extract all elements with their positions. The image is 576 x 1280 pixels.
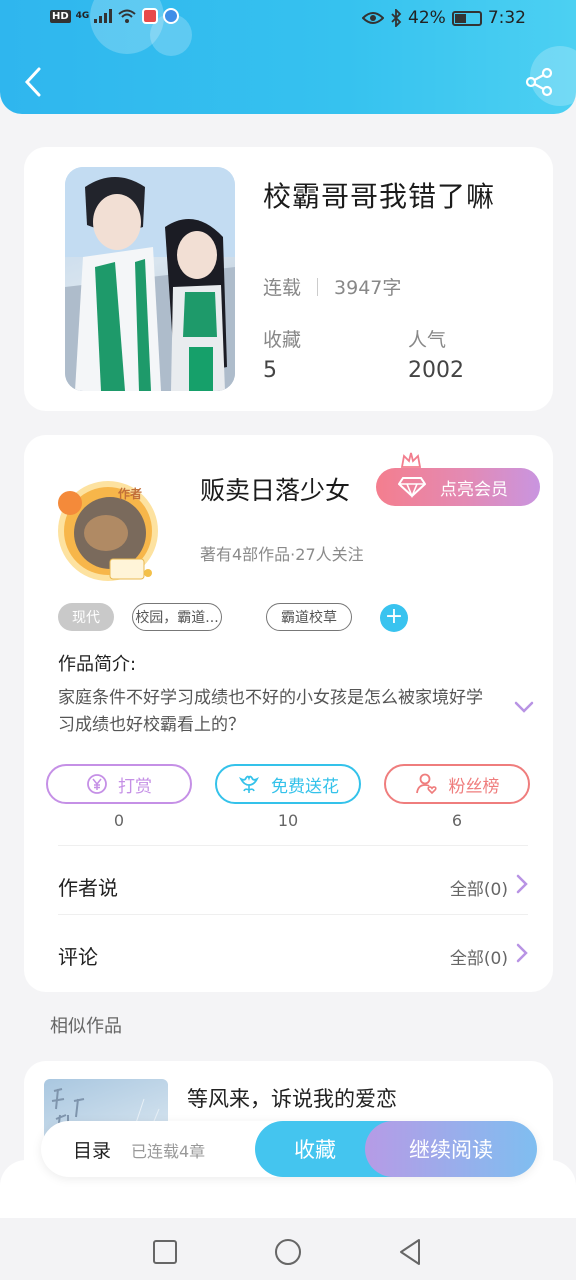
tag-chip[interactable]: 现代 bbox=[58, 603, 114, 631]
author-says-count: 全部(0) bbox=[449, 880, 508, 900]
clock: 7:32 bbox=[487, 8, 526, 28]
top-header: HD 4G 42% 7:32 bbox=[0, 0, 576, 114]
diamond-icon bbox=[398, 477, 426, 498]
author-avatar[interactable]: 作者 bbox=[38, 473, 184, 583]
meta-divider bbox=[317, 277, 319, 296]
crown-icon bbox=[400, 452, 422, 468]
battery-percent: 42% bbox=[408, 8, 446, 28]
serial-status: 连载 bbox=[263, 277, 302, 299]
fan-ranking-label: 粉丝榜 bbox=[448, 776, 500, 797]
share-icon bbox=[525, 67, 553, 97]
fan-count: 6 bbox=[451, 811, 463, 830]
triangle-back-icon bbox=[400, 1239, 420, 1265]
send-flower-button[interactable]: 免费送花 bbox=[215, 764, 361, 804]
browser-app-icon bbox=[163, 8, 180, 24]
comments-label: 评论 bbox=[58, 945, 98, 969]
network-badge: HD bbox=[50, 9, 71, 23]
home-button[interactable] bbox=[268, 1232, 308, 1272]
divider bbox=[58, 845, 528, 846]
tip-label: 打赏 bbox=[118, 776, 152, 797]
yuan-coin-icon bbox=[87, 774, 107, 794]
system-back-button[interactable] bbox=[390, 1232, 430, 1272]
chevron-right-icon bbox=[516, 943, 528, 963]
word-count: 3947字 bbox=[334, 277, 402, 299]
chapter-count: 已连载4章 bbox=[131, 1142, 206, 1161]
back-button[interactable] bbox=[18, 64, 48, 100]
popularity-label: 人气 bbox=[408, 329, 447, 351]
book-meta: 连载 3947字 bbox=[263, 273, 401, 300]
bluetooth-icon bbox=[391, 9, 402, 27]
flower-count: 10 bbox=[277, 811, 299, 830]
tip-button[interactable]: 打赏 bbox=[46, 764, 192, 804]
divider bbox=[58, 914, 528, 915]
chevron-right-icon bbox=[516, 874, 528, 894]
author-says-row[interactable]: 作者说 全部(0) bbox=[58, 856, 528, 916]
system-nav-bar bbox=[0, 1218, 576, 1280]
book-app-icon bbox=[142, 8, 159, 24]
comments-count: 全部(0) bbox=[449, 949, 508, 969]
status-bar: HD 4G 42% 7:32 bbox=[0, 6, 576, 34]
similar-work-title: 等风来，诉说我的爱恋 bbox=[187, 1087, 397, 1111]
add-tag-button[interactable]: + bbox=[380, 604, 408, 632]
circle-icon bbox=[275, 1239, 301, 1265]
flower-icon bbox=[238, 775, 260, 793]
continue-reading-button[interactable]: 继续阅读 bbox=[365, 1121, 537, 1177]
comments-row[interactable]: 评论 全部(0) bbox=[58, 925, 528, 985]
tag-chip[interactable]: 霸道校草 bbox=[266, 603, 352, 631]
send-flower-label: 免费送花 bbox=[271, 776, 339, 797]
author-says-label: 作者说 bbox=[58, 876, 118, 900]
continue-reading-label: 继续阅读 bbox=[409, 1138, 493, 1162]
similar-works-heading: 相似作品 bbox=[50, 1016, 122, 1037]
author-name[interactable]: 贩卖日落少女 bbox=[200, 471, 350, 507]
fan-ranking-button[interactable]: 粉丝榜 bbox=[384, 764, 530, 804]
favorites-value: 5 bbox=[263, 358, 277, 383]
vip-button-label: 点亮会员 bbox=[440, 479, 508, 500]
user-heart-icon bbox=[415, 773, 437, 795]
eye-icon bbox=[362, 12, 385, 24]
collect-button-label: 收藏 bbox=[294, 1138, 336, 1162]
table-of-contents-button[interactable]: 目录 bbox=[73, 1136, 111, 1163]
chevron-left-icon bbox=[24, 67, 41, 97]
vip-button[interactable]: 点亮会员 bbox=[376, 468, 540, 506]
recents-button[interactable] bbox=[145, 1232, 185, 1272]
battery-icon bbox=[451, 10, 482, 26]
popularity-value: 2002 bbox=[408, 358, 464, 383]
book-info-card: 校霸哥哥我错了嘛 连载 3947字 收藏 5 人气 2002 bbox=[24, 147, 553, 411]
book-title: 校霸哥哥我错了嘛 bbox=[263, 180, 496, 213]
intro-text: 家庭条件不好学习成绩也不好的小女孩是怎么被家境好学习成绩也好校霸看上的？ bbox=[58, 688, 483, 735]
square-icon bbox=[153, 1240, 177, 1264]
book-cover-image[interactable] bbox=[65, 167, 235, 391]
tag-chip[interactable]: 校园，霸道... bbox=[132, 603, 222, 631]
bottom-action-bar: 目录 已连载4章 收藏 继续阅读 bbox=[41, 1121, 537, 1177]
chevron-down-icon[interactable] bbox=[514, 701, 534, 713]
tip-count: 0 bbox=[113, 811, 125, 830]
author-card: 作者 贩卖日落少女 点亮会员 著有4部作品·27人关注 现代 校园，霸道... … bbox=[24, 435, 553, 992]
signal-icon bbox=[94, 9, 113, 23]
favorites-label: 收藏 bbox=[263, 329, 302, 351]
signal-type: 4G bbox=[75, 11, 90, 21]
share-button[interactable] bbox=[522, 64, 556, 100]
author-badge: 作者 bbox=[118, 487, 143, 501]
intro-label: 作品简介: bbox=[58, 654, 137, 675]
wifi-icon bbox=[118, 9, 136, 23]
author-stats: 著有4部作品·27人关注 bbox=[200, 545, 364, 564]
